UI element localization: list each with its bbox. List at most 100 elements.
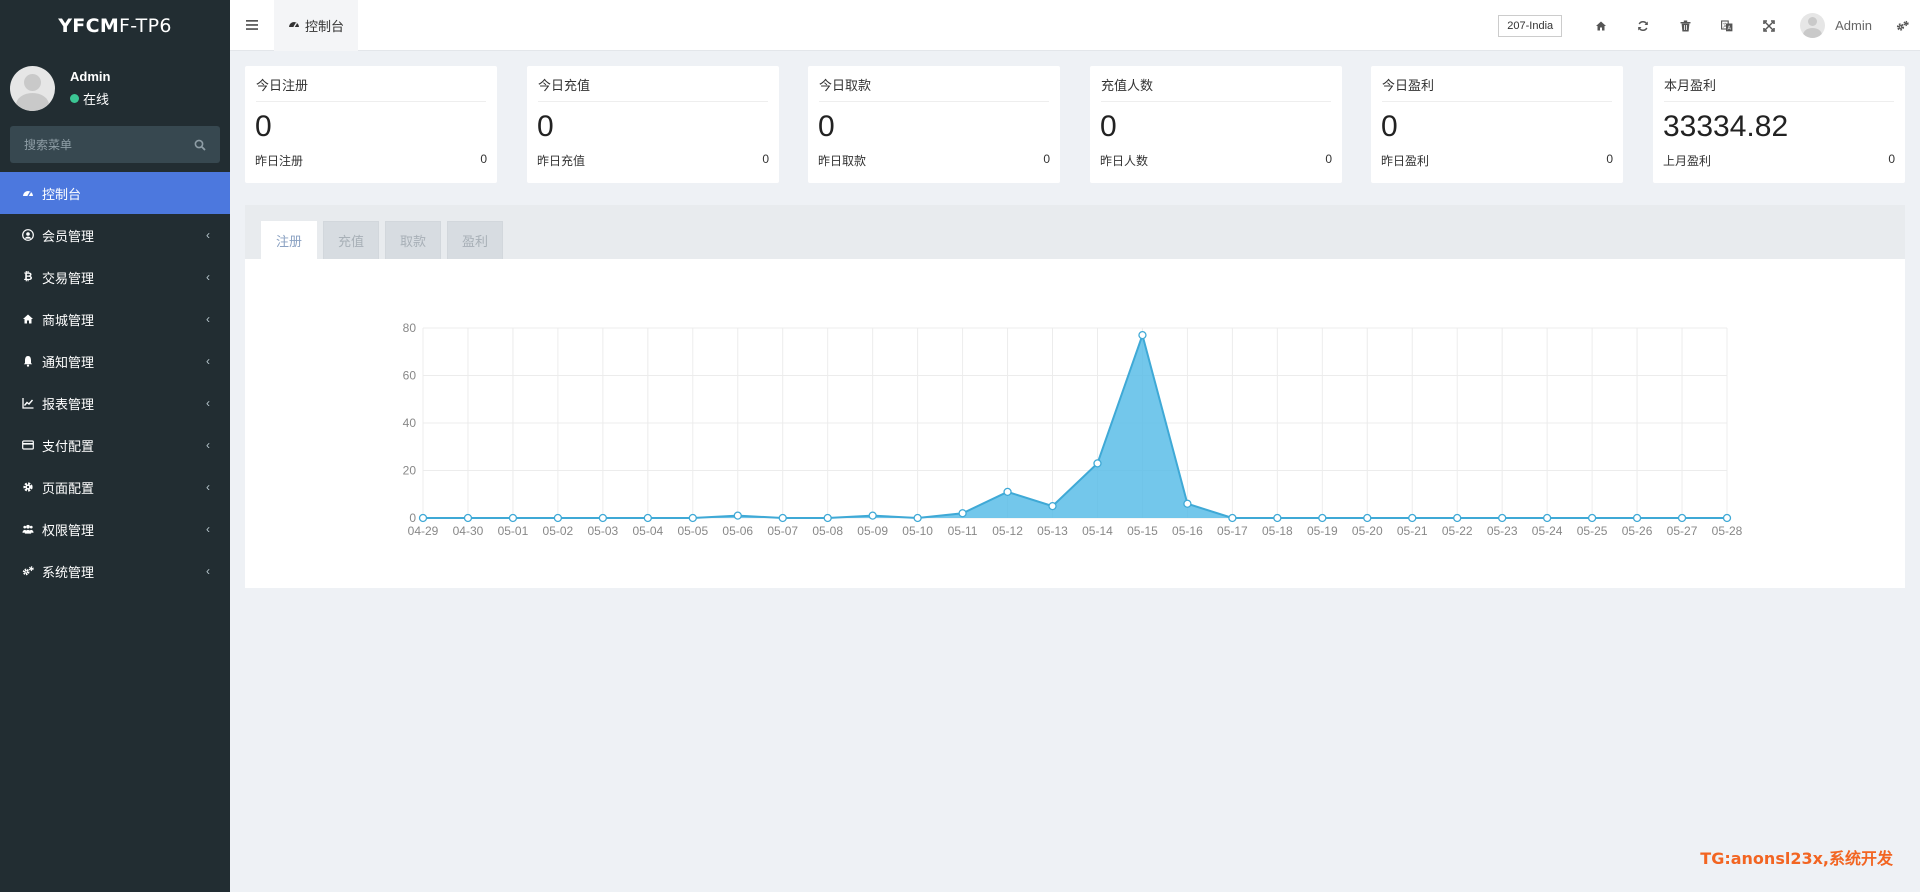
tab-profit[interactable]: 盈利 <box>447 221 503 259</box>
online-dot-icon <box>70 93 79 103</box>
tab-recharge[interactable]: 充值 <box>323 221 379 259</box>
sidebar-item-dashboard[interactable]: 控制台 <box>0 172 230 214</box>
avatar <box>10 65 55 111</box>
sidebar-item-reports[interactable]: 报表管理 ‹ <box>0 382 230 424</box>
menu-search-input[interactable]: 搜索菜单 <box>10 126 220 163</box>
chevron-left-icon: ‹ <box>206 564 210 578</box>
user-panel: Admin 在线 <box>0 51 230 125</box>
sidebar-item-payment[interactable]: 支付配置 ‹ <box>0 424 230 466</box>
card-title: 今日注册 <box>256 66 486 102</box>
chevron-left-icon: ‹ <box>206 480 210 494</box>
x-tick-label: 05-19 <box>1307 524 1338 538</box>
region-badge[interactable]: 207-India <box>1498 14 1563 37</box>
x-tick-label: 05-15 <box>1127 524 1158 538</box>
x-tick-label: 05-22 <box>1442 524 1473 538</box>
data-point <box>913 513 922 523</box>
data-point <box>598 513 608 523</box>
x-tick-label: 05-23 <box>1487 524 1518 538</box>
registrations-chart: 0 20 40 60 80 04-29 04-30 05-01 05-02 05-03 05-04 0… <box>245 259 1905 588</box>
card-foot-value: 0 <box>762 152 769 166</box>
card-title: 充值人数 <box>1101 66 1331 102</box>
card-title: 今日取款 <box>819 66 1049 102</box>
avatar <box>1800 13 1826 38</box>
sidebar-item-label: 页面配置 <box>42 480 95 496</box>
y-tick-label: 20 <box>403 464 417 478</box>
menu-search-placeholder: 搜索菜单 <box>24 138 73 152</box>
chart-panel: 注册 充值 取款 盈利 0 20 40 60 80 04-29 04-30 05-01 05-0… <box>245 205 1905 588</box>
app-logo[interactable]: YFCM F-TP6 <box>0 0 230 51</box>
x-tick-label: 05-27 <box>1667 524 1698 538</box>
data-point <box>1542 513 1552 523</box>
chart-tabs: 注册 充值 取款 盈利 <box>245 205 1905 259</box>
sidebar-item-system[interactable]: 系统管理 ‹ <box>0 550 230 592</box>
x-tick-label: 05-06 <box>722 524 753 538</box>
x-tick-label: 05-14 <box>1082 524 1113 538</box>
home-icon[interactable] <box>1580 0 1622 51</box>
sidebar-item-pages[interactable]: 页面配置 ‹ <box>0 466 230 508</box>
x-tick-label: 05-02 <box>543 524 574 538</box>
x-tick-label: 05-05 <box>677 524 708 538</box>
card-foot-value: 0 <box>1043 152 1050 166</box>
data-point <box>1048 501 1057 511</box>
menu-toggle-icon[interactable] <box>230 0 274 51</box>
admin-menu[interactable]: Admin <box>1800 13 1872 38</box>
sidebar-item-label: 交易管理 <box>42 270 95 286</box>
x-tick-label: 05-20 <box>1352 524 1383 538</box>
card-value: 33334.82 <box>1663 110 1789 143</box>
x-tick-label: 05-21 <box>1397 524 1428 538</box>
x-tick-label: 05-08 <box>812 524 843 538</box>
sidebar-item-members[interactable]: 会员管理 ‹ <box>0 214 230 256</box>
data-point <box>1722 513 1732 523</box>
header-actions: 207-India 文A Admin <box>1498 0 1920 51</box>
card-foot-value: 0 <box>1325 152 1332 166</box>
sidebar-item-trades[interactable]: ₿ 交易管理 ‹ <box>0 256 230 298</box>
user-status: 在线 <box>70 89 110 108</box>
search-icon[interactable] <box>194 139 206 151</box>
top-header: 控制台 207-India 文A Admin <box>230 0 1920 51</box>
logo-light-text: F-TP6 <box>119 14 172 37</box>
data-point <box>643 513 652 523</box>
gear-icon <box>22 481 34 493</box>
x-tick-label: 05-17 <box>1217 524 1248 538</box>
card-foot-value: 0 <box>1606 152 1613 166</box>
x-tick-label: 05-10 <box>902 524 933 538</box>
x-tick-label: 04-30 <box>453 524 484 538</box>
x-tick-label: 05-03 <box>588 524 619 538</box>
bell-icon <box>22 355 34 367</box>
gears-icon <box>22 565 34 577</box>
tab-withdrawals[interactable]: 取款 <box>385 221 441 259</box>
data-point <box>1183 499 1192 508</box>
x-tick-label: 05-04 <box>632 524 663 538</box>
tab-dashboard-label: 控制台 <box>305 18 345 34</box>
stat-card-recharge-users: 充值人数 0 昨日人数 0 <box>1090 66 1342 183</box>
x-tick-label: 05-28 <box>1712 524 1743 538</box>
card-value: 0 <box>818 110 835 143</box>
logo-bold-text: YFCM <box>58 14 120 37</box>
sidebar-item-notifications[interactable]: 通知管理 ‹ <box>0 340 230 382</box>
x-tick-label: 05-12 <box>992 524 1023 538</box>
card-title: 今日盈利 <box>1382 66 1612 102</box>
tab-dashboard[interactable]: 控制台 <box>274 0 359 51</box>
sidebar-item-permissions[interactable]: 权限管理 ‹ <box>0 508 230 550</box>
x-tick-label: 05-01 <box>498 524 529 538</box>
data-point <box>958 509 967 518</box>
card-foot: 昨日人数 0 <box>1100 152 1332 169</box>
card-foot-label: 昨日盈利 <box>1381 154 1430 168</box>
watermark-text: TG:anonsl23x,系统开发 <box>1700 849 1893 868</box>
user-circle-icon <box>22 229 34 241</box>
sidebar: YFCM F-TP6 Admin 在线 搜索菜单 控制台 会员管理 ‹ ₿ 交易… <box>0 0 230 892</box>
fullscreen-icon[interactable] <box>1748 0 1790 51</box>
x-tick-label: 05-16 <box>1172 524 1203 538</box>
x-tick-label: 05-13 <box>1037 524 1068 538</box>
data-point <box>688 513 697 523</box>
data-point <box>1003 487 1012 497</box>
trash-icon[interactable] <box>1664 0 1706 51</box>
sidebar-item-label: 商城管理 <box>42 312 95 328</box>
sidebar-item-shop[interactable]: 商城管理 ‹ <box>0 298 230 340</box>
settings-gears-icon[interactable] <box>1884 0 1920 51</box>
refresh-icon[interactable] <box>1622 0 1664 51</box>
tab-registrations[interactable]: 注册 <box>261 221 317 259</box>
translate-icon[interactable]: 文A <box>1706 0 1748 51</box>
card-foot: 上月盈利 0 <box>1663 152 1895 169</box>
users-icon <box>22 523 34 535</box>
